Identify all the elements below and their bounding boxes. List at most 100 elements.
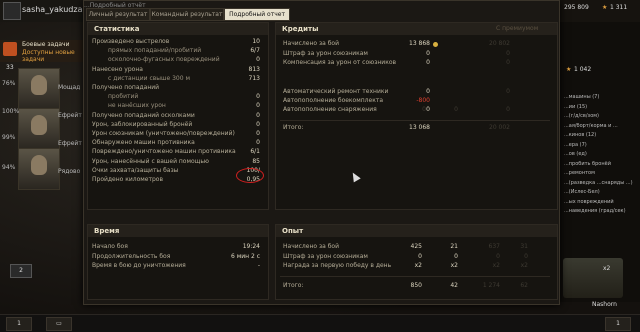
stat-value: 6/1	[250, 148, 260, 156]
time-label: Начало боя	[92, 243, 128, 250]
tasks-title: Боевые задачи	[22, 41, 70, 48]
stat-label: не нанёсших урон	[108, 102, 166, 110]
tank-stat: ...ии (15)	[564, 103, 588, 110]
tab-team[interactable]: Командный результат	[150, 8, 224, 21]
credit-value: 0	[426, 88, 430, 95]
highlight-circle	[236, 168, 264, 183]
friends-button[interactable]: 1	[6, 317, 32, 331]
username[interactable]: sasha_yakudza	[22, 5, 82, 14]
exp-total-free: 42	[450, 282, 458, 289]
exp-value: 0	[418, 252, 422, 260]
right-star-icon: ★	[566, 66, 572, 73]
credits-total: 13 068	[409, 124, 430, 131]
tab-detailed[interactable]: Подробный отчет	[224, 8, 290, 21]
stat-value: 813	[248, 65, 260, 73]
tank-stat: ...ых повреждений	[564, 198, 614, 205]
notifications-button[interactable]: 1	[605, 317, 631, 331]
chat-button[interactable]: ▭	[46, 317, 72, 331]
stat-value: 85	[252, 157, 260, 165]
tank-stat: ...ера (7)	[564, 141, 587, 148]
crew-portrait	[31, 115, 47, 135]
crew-name: Рядово	[58, 168, 81, 175]
stats-header: Статистика	[88, 23, 268, 35]
stat-value: 0	[256, 56, 260, 64]
stat-value: 0	[256, 93, 260, 101]
exp-premium-free: 31	[520, 243, 528, 250]
exp-free: x2	[450, 262, 458, 269]
tasks-icon	[3, 42, 17, 56]
exp-free: 21	[450, 243, 458, 250]
tank-stat: ...(г/д/св/зом)	[564, 113, 599, 119]
tank-stat: ...ая/борт/корма и ...	[564, 122, 618, 129]
exp-total-premium-free: 62	[520, 282, 528, 289]
credit-extra: 0	[454, 106, 458, 113]
friends-count: 1	[17, 320, 21, 327]
crew-percent: 99%	[2, 134, 16, 141]
stat-label: Урон, нанесённый с вашей помощью	[92, 157, 209, 165]
stat-value: 0	[256, 139, 260, 147]
crew-name: Мощад	[58, 84, 81, 91]
stat-label: Произведено выстрелов	[92, 38, 170, 45]
credit-label: Автопополнение снаряжения	[283, 106, 377, 113]
gold-amount: 295 809	[564, 4, 589, 11]
crew-percent: 100%	[2, 108, 20, 115]
time-label: Продолжительность боя	[92, 252, 171, 260]
credit-value: 0	[426, 50, 430, 57]
time-value: -	[257, 262, 260, 269]
tank-stat: ...(Ислес-Бел)	[564, 189, 600, 195]
exp-premium: x2	[492, 262, 500, 269]
exp-header: Опыт	[276, 225, 557, 237]
crew-portrait	[31, 75, 47, 95]
credit-premium: 20 802	[489, 40, 510, 47]
tasks-subtitle: Доступны новые задачи	[22, 49, 75, 63]
stat-label: прямых попаданий/пробитий	[108, 47, 202, 55]
tank-level: x2	[603, 265, 611, 272]
credits-total-premium: 20 002	[489, 124, 510, 131]
credit-label: Начислено за бой	[283, 40, 340, 47]
stat-value: 6/7	[250, 47, 260, 55]
tank-name: Nashorn	[592, 301, 617, 308]
stat-label: с дистанции свыше 300 м	[108, 74, 190, 82]
credit-label: Компенсация за урон от союзников	[283, 59, 397, 66]
stat-label: Очки захвата/защиты базы	[92, 166, 179, 174]
stat-label: Нанесено урона	[92, 65, 143, 73]
exp-label: Награда за первую победу в день	[283, 262, 392, 269]
time-value: 6 мин 2 с	[230, 252, 260, 260]
exp-premium: 637	[488, 243, 500, 250]
clan-icon[interactable]	[3, 2, 21, 20]
tank-stat: ...ремонтом	[564, 170, 595, 176]
tank-stat: ...наведения (град/сек)	[564, 208, 626, 214]
left-badge: 33	[6, 64, 14, 71]
tank-stat: ...(разведка ...снаряды ...)	[564, 179, 633, 186]
crew-member-2[interactable]	[18, 108, 60, 150]
right-value: 1 042	[574, 66, 592, 73]
crew-member-1[interactable]	[18, 68, 60, 110]
stat-label: Повреждено/уничтожено машин противника	[92, 148, 236, 156]
crew-name: Ефрейт	[58, 140, 82, 147]
lock-button[interactable]: 2	[10, 264, 32, 278]
notifications-count: 1	[616, 320, 620, 327]
crew-name: Ефрейт	[58, 112, 82, 119]
bottom-bar: 1 ▭ 1	[0, 314, 640, 332]
crew-percent: 94%	[2, 164, 16, 171]
credit-premium: 0	[506, 50, 510, 57]
credits-divider	[280, 120, 550, 121]
crew-member-3[interactable]	[18, 148, 60, 190]
credit-value: 13 868	[409, 40, 430, 47]
currency-star-icon: ★	[602, 4, 608, 11]
exp-divider	[280, 276, 550, 277]
daily-tasks[interactable]: Боевые задачи Доступны новые задачи	[0, 40, 84, 63]
credit-icon	[433, 42, 438, 47]
credit-premium: 0	[506, 106, 510, 113]
stat-value: 10	[252, 38, 260, 45]
stat-label: осколочно-фугасных повреждений	[108, 56, 220, 64]
exp-premium: 0	[496, 252, 500, 260]
credit-label: Автоматический ремонт техники	[283, 88, 389, 95]
stat-label: Получено попаданий осколками	[92, 111, 195, 119]
exp-value: 425	[410, 243, 422, 250]
stat-label: Пройдено километров	[92, 176, 163, 183]
exp-total-premium: 1 274	[482, 282, 500, 289]
tank-image[interactable]	[563, 258, 623, 298]
tank-stat: ...кинов (12)	[564, 132, 597, 138]
tab-personal[interactable]: Личный результат	[86, 8, 150, 21]
